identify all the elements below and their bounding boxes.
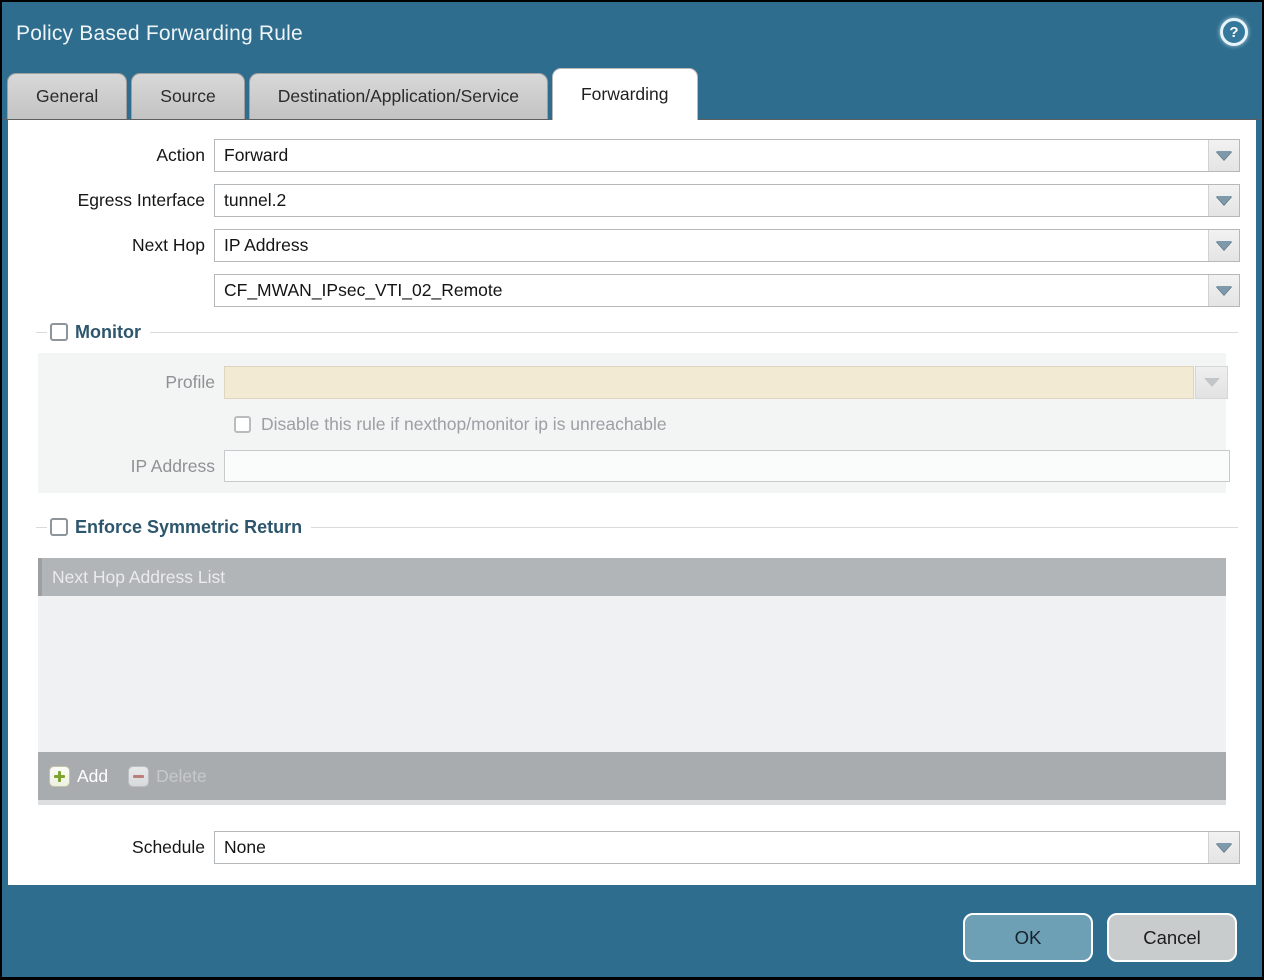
tab-strip: General Source Destination/Application/S… — [2, 66, 1262, 120]
plus-icon — [49, 766, 70, 787]
schedule-dropdown-button[interactable] — [1208, 832, 1239, 863]
profile-label: Profile — [38, 372, 224, 393]
tab-panel-forwarding: Action Forward Egress Interface tunnel.2… — [8, 120, 1256, 885]
next-hop-type-dropdown[interactable]: IP Address — [214, 229, 1240, 262]
next-hop-address-value[interactable]: CF_MWAN_IPsec_VTI_02_Remote — [215, 275, 1208, 306]
egress-interface-label: Egress Interface — [8, 190, 214, 211]
tab-general[interactable]: General — [7, 73, 127, 119]
symmetric-return-legend: Enforce Symmetric Return — [36, 514, 1238, 540]
next-hop-address-table: Next Hop Address List Add Delete — [38, 558, 1226, 805]
enforce-symmetric-return-checkbox[interactable] — [50, 518, 68, 536]
next-hop-label: Next Hop — [8, 235, 214, 256]
disable-rule-label: Disable this rule if nexthop/monitor ip … — [261, 414, 667, 435]
cancel-button[interactable]: Cancel — [1107, 913, 1237, 962]
next-hop-address-dropdown[interactable]: CF_MWAN_IPsec_VTI_02_Remote — [214, 274, 1240, 307]
monitor-panel: Profile Disable this rule if nexthop/mon… — [38, 353, 1226, 493]
symmetric-return-legend-divider — [311, 527, 1238, 528]
next-hop-type-dropdown-button[interactable] — [1208, 230, 1239, 261]
monitor-legend-divider — [150, 332, 1238, 333]
schedule-value[interactable]: None — [215, 832, 1208, 863]
next-hop-address-row: CF_MWAN_IPsec_VTI_02_Remote — [8, 274, 1256, 307]
egress-interface-value[interactable]: tunnel.2 — [215, 185, 1208, 216]
monitor-ip-row: IP Address — [38, 450, 1226, 482]
table-body-empty — [38, 596, 1226, 752]
action-row: Action Forward — [8, 139, 1256, 172]
disable-rule-checkbox-disabled — [234, 416, 251, 433]
chevron-down-icon — [1216, 286, 1232, 295]
table-bottom-strip — [38, 800, 1226, 805]
pbf-rule-dialog: Policy Based Forwarding Rule ? General S… — [2, 2, 1262, 977]
profile-value — [224, 366, 1194, 399]
table-column-header: Next Hop Address List — [38, 558, 1226, 596]
tab-forwarding[interactable]: Forwarding — [552, 68, 698, 120]
chevron-down-icon — [1204, 378, 1220, 387]
action-value[interactable]: Forward — [215, 140, 1208, 171]
help-icon[interactable]: ? — [1220, 18, 1248, 46]
ok-button[interactable]: OK — [963, 913, 1093, 962]
monitor-legend-label: Monitor — [75, 322, 141, 343]
chevron-down-icon — [1216, 151, 1232, 160]
dialog-titlebar: Policy Based Forwarding Rule ? — [2, 2, 1262, 66]
chevron-down-icon — [1216, 843, 1232, 852]
profile-dropdown-button-disabled — [1195, 366, 1228, 399]
monitor-ip-label: IP Address — [38, 456, 224, 477]
action-dropdown[interactable]: Forward — [214, 139, 1240, 172]
action-label: Action — [8, 145, 214, 166]
tab-source[interactable]: Source — [131, 73, 244, 119]
table-footer: Add Delete — [38, 752, 1226, 800]
monitor-section-legend: Monitor — [36, 319, 1238, 345]
minus-icon — [128, 766, 149, 787]
next-hop-type-value[interactable]: IP Address — [215, 230, 1208, 261]
monitor-checkbox[interactable] — [50, 323, 68, 341]
profile-row: Profile — [38, 366, 1226, 399]
disable-rule-row: Disable this rule if nexthop/monitor ip … — [234, 414, 1226, 435]
egress-interface-dropdown[interactable]: tunnel.2 — [214, 184, 1240, 217]
action-dropdown-button[interactable] — [1208, 140, 1239, 171]
chevron-down-icon — [1216, 196, 1232, 205]
schedule-dropdown[interactable]: None — [214, 831, 1240, 864]
add-button-label: Add — [77, 766, 108, 787]
delete-button-disabled: Delete — [128, 766, 207, 787]
chevron-down-icon — [1216, 241, 1232, 250]
add-button[interactable]: Add — [49, 766, 108, 787]
schedule-row: Schedule None — [8, 831, 1256, 864]
dialog-action-buttons: OK Cancel — [963, 913, 1237, 962]
egress-interface-row: Egress Interface tunnel.2 — [8, 184, 1256, 217]
monitor-ip-input-disabled — [224, 450, 1230, 482]
dialog-title: Policy Based Forwarding Rule — [16, 22, 303, 46]
next-hop-row: Next Hop IP Address — [8, 229, 1256, 262]
egress-interface-dropdown-button[interactable] — [1208, 185, 1239, 216]
profile-dropdown-disabled — [224, 366, 1228, 399]
symmetric-return-legend-label: Enforce Symmetric Return — [75, 517, 302, 538]
tab-destination-application-service[interactable]: Destination/Application/Service — [249, 73, 548, 119]
schedule-label: Schedule — [8, 837, 214, 858]
delete-button-label: Delete — [156, 766, 207, 787]
next-hop-address-dropdown-button[interactable] — [1208, 275, 1239, 306]
